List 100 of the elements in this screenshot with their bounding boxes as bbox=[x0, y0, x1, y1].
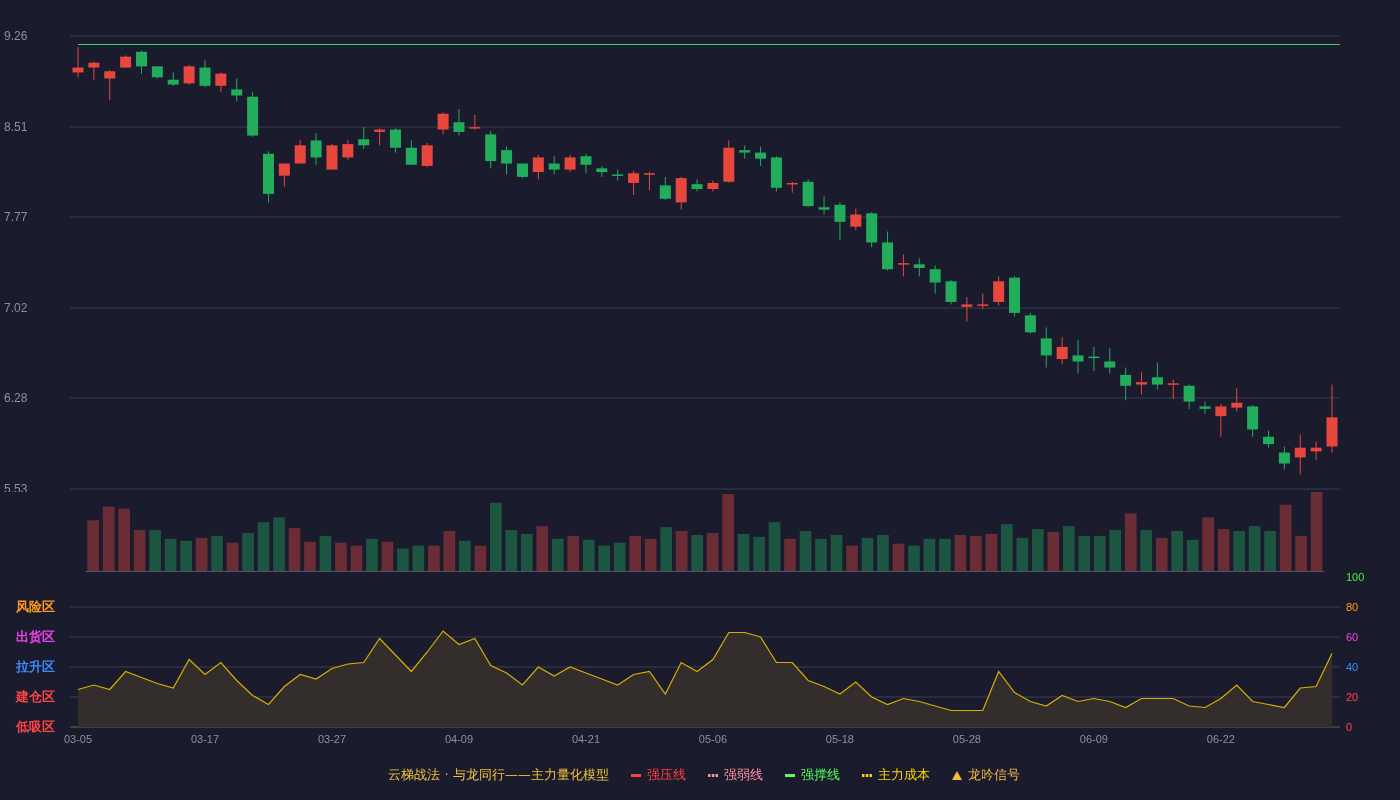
legend-label[interactable]: 主力成本 bbox=[877, 766, 930, 784]
axis-label: 04-09 bbox=[444, 733, 474, 745]
candlestick bbox=[961, 296, 973, 322]
candlestick bbox=[310, 132, 322, 166]
axis-label: 0 bbox=[1346, 721, 1353, 733]
candlestick bbox=[469, 114, 481, 130]
candlestick bbox=[612, 169, 624, 181]
candlestick bbox=[850, 207, 862, 231]
candlestick bbox=[1120, 367, 1132, 401]
candlestick bbox=[1009, 275, 1021, 318]
candlestick bbox=[691, 178, 703, 192]
candlestick bbox=[977, 292, 989, 310]
candlestick bbox=[167, 71, 179, 87]
candlestick bbox=[882, 231, 894, 271]
candlestick bbox=[739, 144, 751, 160]
axis-label: 05-18 bbox=[825, 733, 854, 745]
candlestick bbox=[1278, 446, 1290, 471]
candlestick bbox=[1294, 433, 1306, 475]
candlestick bbox=[1072, 339, 1084, 375]
axis-label: 06-22 bbox=[1206, 733, 1235, 745]
axis-label: 9.26 bbox=[4, 29, 28, 43]
candlestick bbox=[1136, 371, 1147, 395]
candlestick bbox=[659, 176, 671, 201]
candlestick bbox=[532, 154, 544, 180]
candlestick bbox=[596, 165, 608, 178]
candlestick bbox=[72, 46, 84, 78]
candlestick bbox=[326, 143, 338, 171]
axis-label: 03-05 bbox=[63, 733, 93, 745]
candlestick bbox=[929, 265, 941, 294]
axis-label: 7.77 bbox=[4, 209, 28, 224]
candlestick bbox=[1183, 384, 1195, 410]
zone-label: 低吸区 bbox=[16, 720, 55, 734]
candlestick bbox=[485, 130, 497, 169]
candlestick bbox=[1263, 430, 1274, 449]
candlestick bbox=[1040, 326, 1052, 369]
candlestick bbox=[755, 146, 767, 167]
candlestick bbox=[501, 146, 513, 175]
candlestick bbox=[247, 91, 259, 138]
candlestick bbox=[405, 139, 417, 166]
axis-label: 40 bbox=[1346, 661, 1359, 673]
candlestick bbox=[897, 254, 909, 277]
candlestick bbox=[199, 59, 211, 88]
candlestick bbox=[1056, 336, 1068, 365]
candlestick bbox=[104, 69, 116, 101]
candlestick bbox=[993, 275, 1005, 307]
candlestick bbox=[786, 181, 798, 194]
candlestick bbox=[389, 127, 401, 154]
axis-label: 100 bbox=[1346, 572, 1365, 583]
candlestick bbox=[342, 139, 354, 161]
candlestick bbox=[628, 170, 640, 196]
candlestick bbox=[1247, 404, 1259, 438]
candlestick bbox=[437, 112, 449, 135]
candlestick bbox=[723, 139, 735, 184]
axis-label: 8.51 bbox=[4, 120, 28, 135]
candlestick bbox=[263, 150, 274, 203]
candlestick bbox=[215, 71, 227, 93]
axis-label: 7.02 bbox=[4, 301, 28, 316]
candlestick bbox=[818, 195, 830, 216]
candlestick bbox=[1199, 401, 1211, 415]
legend-label[interactable]: 龙吟信号 bbox=[967, 766, 1020, 784]
candlestick bbox=[358, 126, 370, 150]
candlestick bbox=[834, 201, 846, 241]
candlestick bbox=[643, 171, 655, 191]
candlestick bbox=[1104, 347, 1116, 375]
axis-label: 20 bbox=[1346, 691, 1359, 703]
legend-label[interactable]: 强压线 bbox=[646, 766, 686, 784]
legend-label[interactable]: 强撑线 bbox=[800, 766, 840, 784]
candlestick bbox=[120, 54, 132, 69]
candlestick bbox=[913, 257, 925, 277]
candlestick bbox=[770, 155, 782, 192]
axis-label: 6.28 bbox=[4, 390, 28, 405]
legend-title: 云梯战法 · 与龙同行——主力量化模型 bbox=[388, 766, 609, 784]
candlestick bbox=[1024, 312, 1036, 335]
candlestick bbox=[1326, 384, 1338, 454]
legend-label[interactable]: 强弱线 bbox=[723, 766, 763, 784]
candlestick bbox=[278, 163, 290, 188]
candlestick bbox=[866, 211, 878, 248]
zone-label: 出货区 bbox=[16, 630, 55, 644]
candlestick bbox=[516, 163, 528, 179]
candlestick bbox=[151, 65, 163, 79]
candlestick bbox=[1151, 362, 1163, 390]
zone-label: 风险区 bbox=[16, 600, 55, 614]
candlestick bbox=[88, 61, 100, 81]
candlestick bbox=[1231, 387, 1243, 412]
candlestick bbox=[580, 153, 592, 174]
candlestick bbox=[1088, 346, 1100, 372]
axis-label: 03-27 bbox=[317, 733, 347, 745]
axis-label: 03-17 bbox=[190, 733, 220, 745]
candlestick bbox=[548, 155, 560, 175]
axis-label: 06-09 bbox=[1079, 733, 1108, 745]
candlestick bbox=[183, 64, 195, 86]
candlestick bbox=[421, 142, 433, 168]
axis-label: 80 bbox=[1346, 601, 1359, 613]
candlestick bbox=[294, 139, 306, 164]
candlestick bbox=[1215, 403, 1227, 438]
candlestick bbox=[945, 279, 957, 305]
candlestick bbox=[707, 180, 719, 192]
axis-label: 05-28 bbox=[952, 733, 981, 745]
candlestick bbox=[136, 50, 147, 75]
candlestick bbox=[231, 78, 243, 103]
